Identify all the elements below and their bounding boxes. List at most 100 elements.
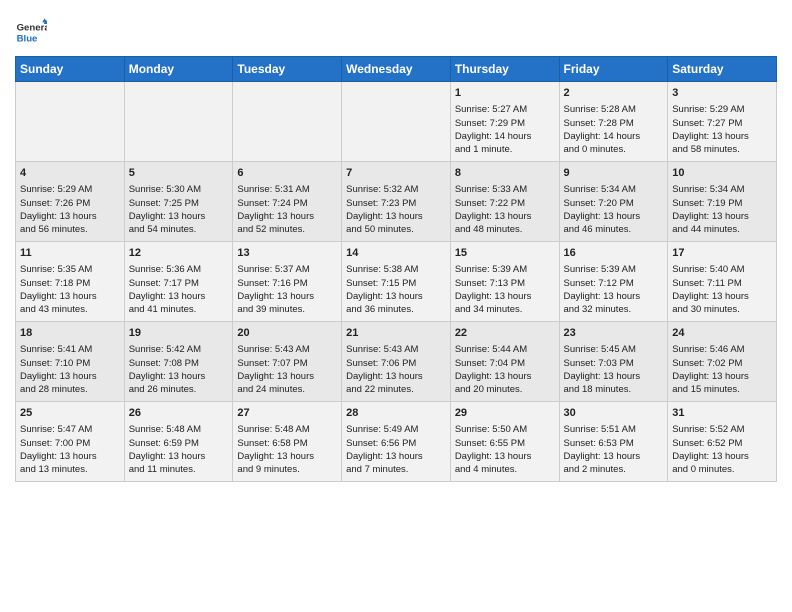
day-number: 14	[346, 246, 446, 261]
day-info-line: and 7 minutes.	[346, 463, 446, 476]
day-info-line: Sunset: 7:03 PM	[564, 357, 664, 370]
day-info-line: Daylight: 13 hours	[672, 450, 772, 463]
weekday-tuesday: Tuesday	[233, 57, 342, 82]
svg-text:General: General	[17, 22, 47, 33]
weekday-monday: Monday	[124, 57, 233, 82]
day-info-line: Daylight: 13 hours	[346, 450, 446, 463]
day-info-line: Sunset: 7:08 PM	[129, 357, 229, 370]
day-info-line: Daylight: 13 hours	[20, 210, 120, 223]
day-info-line: Daylight: 13 hours	[564, 290, 664, 303]
day-info-line: Sunrise: 5:31 AM	[237, 183, 337, 196]
day-info-line: Sunrise: 5:35 AM	[20, 263, 120, 276]
day-info-line: Daylight: 13 hours	[20, 450, 120, 463]
day-cell: 9Sunrise: 5:34 AMSunset: 7:20 PMDaylight…	[559, 162, 668, 242]
day-info-line: Daylight: 13 hours	[129, 210, 229, 223]
day-number: 24	[672, 326, 772, 341]
day-info-line: Sunset: 6:58 PM	[237, 437, 337, 450]
day-info-line: Sunrise: 5:38 AM	[346, 263, 446, 276]
day-info-line: Daylight: 13 hours	[672, 210, 772, 223]
day-info-line: Sunset: 6:52 PM	[672, 437, 772, 450]
day-info-line: Sunset: 6:55 PM	[455, 437, 555, 450]
day-cell: 22Sunrise: 5:44 AMSunset: 7:04 PMDayligh…	[450, 322, 559, 402]
week-row-5: 25Sunrise: 5:47 AMSunset: 7:00 PMDayligh…	[16, 402, 777, 482]
day-cell: 15Sunrise: 5:39 AMSunset: 7:13 PMDayligh…	[450, 242, 559, 322]
day-cell: 12Sunrise: 5:36 AMSunset: 7:17 PMDayligh…	[124, 242, 233, 322]
week-row-2: 4Sunrise: 5:29 AMSunset: 7:26 PMDaylight…	[16, 162, 777, 242]
day-info-line: Daylight: 13 hours	[20, 370, 120, 383]
day-info-line: Daylight: 13 hours	[129, 450, 229, 463]
day-info-line: Sunrise: 5:47 AM	[20, 423, 120, 436]
day-info-line: Sunrise: 5:51 AM	[564, 423, 664, 436]
day-info-line: Sunset: 7:13 PM	[455, 277, 555, 290]
day-cell: 8Sunrise: 5:33 AMSunset: 7:22 PMDaylight…	[450, 162, 559, 242]
day-info-line: Sunrise: 5:45 AM	[564, 343, 664, 356]
day-cell: 19Sunrise: 5:42 AMSunset: 7:08 PMDayligh…	[124, 322, 233, 402]
day-info-line: Sunrise: 5:34 AM	[672, 183, 772, 196]
day-info-line: Sunrise: 5:50 AM	[455, 423, 555, 436]
day-info-line: and 56 minutes.	[20, 223, 120, 236]
day-info-line: and 39 minutes.	[237, 303, 337, 316]
day-info-line: and 24 minutes.	[237, 383, 337, 396]
day-cell: 21Sunrise: 5:43 AMSunset: 7:06 PMDayligh…	[342, 322, 451, 402]
day-info-line: Sunset: 7:06 PM	[346, 357, 446, 370]
day-cell: 31 Sunrise: 5:52 AMSunset: 6:52 PMDayligh…	[668, 402, 777, 482]
day-number: 2	[564, 86, 664, 101]
day-cell: 1Sunrise: 5:27 AMSunset: 7:29 PMDaylight…	[450, 82, 559, 162]
day-info-line: Sunset: 7:23 PM	[346, 197, 446, 210]
logo: General Blue	[15, 16, 47, 48]
day-cell: 28Sunrise: 5:49 AMSunset: 6:56 PMDayligh…	[342, 402, 451, 482]
day-info-line: Daylight: 13 hours	[455, 450, 555, 463]
day-info-line: Sunset: 7:27 PM	[672, 117, 772, 130]
day-info-line: Sunset: 7:15 PM	[346, 277, 446, 290]
day-number: 4	[20, 166, 120, 181]
weekday-saturday: Saturday	[668, 57, 777, 82]
day-info-line: Sunset: 6:59 PM	[129, 437, 229, 450]
day-info-line: Sunset: 7:04 PM	[455, 357, 555, 370]
day-info-line: Sunset: 7:28 PM	[564, 117, 664, 130]
week-row-1: 1Sunrise: 5:27 AMSunset: 7:29 PMDaylight…	[16, 82, 777, 162]
day-cell: 6Sunrise: 5:31 AMSunset: 7:24 PMDaylight…	[233, 162, 342, 242]
day-cell: 18Sunrise: 5:41 AMSunset: 7:10 PMDayligh…	[16, 322, 125, 402]
svg-text:Blue: Blue	[17, 34, 38, 45]
week-row-3: 11Sunrise: 5:35 AMSunset: 7:18 PMDayligh…	[16, 242, 777, 322]
day-number: 11	[20, 246, 120, 261]
day-info-line: Sunrise: 5:37 AM	[237, 263, 337, 276]
day-info-line: Daylight: 13 hours	[129, 290, 229, 303]
day-number: 29	[455, 406, 555, 421]
day-info-line: Sunset: 7:16 PM	[237, 277, 337, 290]
day-info-line: Daylight: 13 hours	[455, 210, 555, 223]
day-info-line: Sunrise: 5:43 AM	[237, 343, 337, 356]
day-info-line: Sunrise: 5:52 AM	[672, 423, 772, 436]
day-number: 9	[564, 166, 664, 181]
day-number: 31	[672, 406, 772, 421]
day-info-line: and 0 minutes.	[564, 143, 664, 156]
day-info-line: Daylight: 13 hours	[346, 370, 446, 383]
day-info-line: and 15 minutes.	[672, 383, 772, 396]
day-info-line: Sunrise: 5:29 AM	[20, 183, 120, 196]
day-info-line: Sunrise: 5:34 AM	[564, 183, 664, 196]
day-cell: 13Sunrise: 5:37 AMSunset: 7:16 PMDayligh…	[233, 242, 342, 322]
day-info-line: and 0 minutes.	[672, 463, 772, 476]
day-info-line: Daylight: 13 hours	[20, 290, 120, 303]
day-info-line: Sunset: 7:17 PM	[129, 277, 229, 290]
day-number: 3	[672, 86, 772, 101]
day-cell: 16Sunrise: 5:39 AMSunset: 7:12 PMDayligh…	[559, 242, 668, 322]
main-container: General Blue SundayMondayTuesdayWednesda…	[0, 0, 792, 492]
day-info-line: Sunset: 7:00 PM	[20, 437, 120, 450]
day-info-line: and 52 minutes.	[237, 223, 337, 236]
day-cell: 3Sunrise: 5:29 AMSunset: 7:27 PMDaylight…	[668, 82, 777, 162]
calendar-table: SundayMondayTuesdayWednesdayThursdayFrid…	[15, 56, 777, 482]
weekday-header-row: SundayMondayTuesdayWednesdayThursdayFrid…	[16, 57, 777, 82]
week-row-4: 18Sunrise: 5:41 AMSunset: 7:10 PMDayligh…	[16, 322, 777, 402]
day-number: 13	[237, 246, 337, 261]
day-number: 6	[237, 166, 337, 181]
day-cell: 27Sunrise: 5:48 AMSunset: 6:58 PMDayligh…	[233, 402, 342, 482]
day-info-line: and 58 minutes.	[672, 143, 772, 156]
day-info-line: Sunrise: 5:49 AM	[346, 423, 446, 436]
day-info-line: and 4 minutes.	[455, 463, 555, 476]
day-info-line: and 18 minutes.	[564, 383, 664, 396]
day-info-line: Sunrise: 5:39 AM	[564, 263, 664, 276]
day-number: 12	[129, 246, 229, 261]
day-info-line: and 32 minutes.	[564, 303, 664, 316]
day-number: 20	[237, 326, 337, 341]
